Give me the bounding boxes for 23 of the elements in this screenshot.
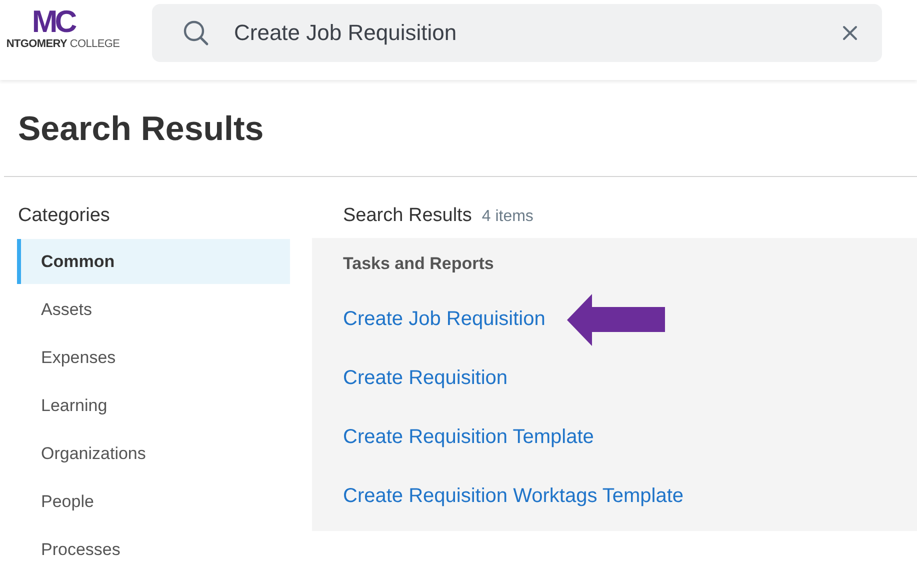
- result-link[interactable]: Create Job Requisition: [343, 308, 546, 331]
- category-item[interactable]: Learning: [17, 383, 290, 428]
- results-count: 4 items: [482, 208, 534, 226]
- search-field[interactable]: Create Job Requisition: [152, 4, 882, 62]
- categories-heading: Categories: [18, 205, 111, 228]
- search-icon: [182, 19, 210, 47]
- results-heading: Search Results: [343, 205, 472, 227]
- search-input[interactable]: Create Job Requisition: [232, 19, 842, 47]
- logo-mark: MC: [32, 6, 74, 38]
- category-item[interactable]: Processes: [17, 527, 290, 572]
- result-link[interactable]: Create Requisition Template: [343, 426, 594, 449]
- page-title: Search Results: [18, 109, 265, 150]
- category-item[interactable]: Expenses: [17, 335, 290, 380]
- group-heading: Tasks and Reports: [343, 254, 495, 275]
- category-item[interactable]: Assets: [17, 287, 290, 332]
- logo-wordmark: NTGOMERY COLLEGE: [6, 38, 120, 50]
- category-item[interactable]: Common: [17, 239, 290, 284]
- result-link[interactable]: Create Requisition Worktags Template: [343, 485, 684, 508]
- close-icon[interactable]: [842, 25, 858, 41]
- result-link[interactable]: Create Requisition: [343, 367, 508, 390]
- category-item[interactable]: People: [17, 479, 290, 524]
- arrow-icon: [567, 294, 666, 346]
- category-item[interactable]: Organizations: [17, 431, 290, 476]
